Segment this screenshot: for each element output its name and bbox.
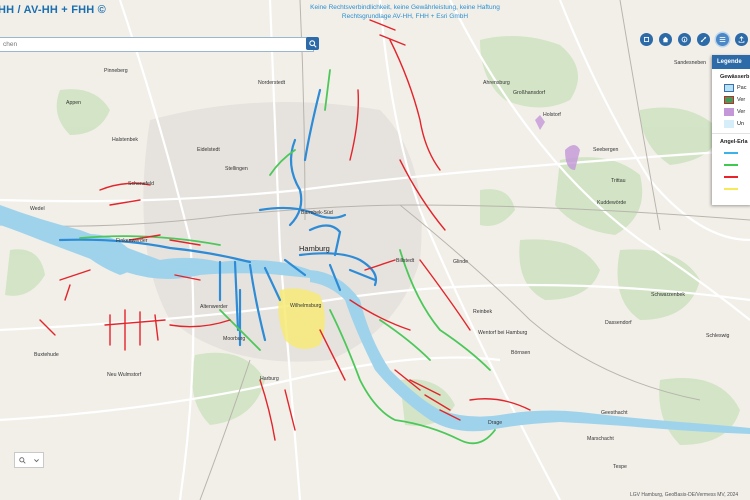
place-label: Großhansdorf	[513, 90, 546, 96]
place-label: Schenefeld	[128, 181, 154, 187]
place-label: Trittau	[611, 178, 626, 184]
place-label: Wedel	[30, 206, 45, 212]
place-label: Appen	[66, 100, 82, 106]
legend-line-item	[712, 148, 750, 158]
place-label: Seebergen	[593, 147, 619, 153]
export-icon	[738, 36, 745, 43]
chevron-down-icon[interactable]	[33, 457, 40, 464]
legend-item: Un	[712, 119, 750, 129]
legend-swatch	[724, 120, 734, 128]
place-label: Norderstedt	[258, 80, 286, 86]
search-input[interactable]	[0, 39, 303, 50]
legend-line-item	[712, 172, 750, 182]
place-label: Buxtehude	[34, 352, 59, 358]
legend-swatch	[724, 108, 734, 116]
search-box[interactable]	[0, 37, 314, 52]
legend-panel: Legende Gewässerb Pac Ver Ver Un Angel-E…	[712, 55, 750, 205]
legend-item-label: Ver	[737, 97, 746, 103]
legend-line-swatch	[724, 188, 738, 190]
place-label: Pinneberg	[104, 68, 128, 74]
legend-section-title: Gewässerb	[720, 74, 750, 80]
home-button[interactable]	[659, 33, 672, 46]
legend-line-swatch	[724, 176, 738, 178]
place-label: Wilhelmsburg	[290, 303, 322, 309]
place-label: Eidelstedt	[197, 147, 220, 153]
disclaimer-line: Keine Rechtsverbindlichkeit, keine Gewäh…	[310, 4, 500, 11]
info-icon	[681, 36, 688, 43]
legend-swatch	[724, 84, 734, 92]
place-label: Tespe	[613, 464, 627, 470]
place-label: Holstorf	[543, 112, 561, 118]
place-label: Neu Wulmstorf	[107, 372, 142, 378]
export-button[interactable]	[735, 33, 748, 46]
place-label: Barmbek-Süd	[301, 210, 333, 216]
home-icon	[662, 36, 669, 43]
search-icon	[308, 39, 317, 48]
legend-item-label: Un	[737, 121, 745, 127]
legend-icon	[719, 36, 726, 43]
yellow-fishing-areas	[278, 288, 325, 349]
disclaimer-line: Rechtsgrundlage AV-HH, FHH + Esri GmbH	[341, 12, 469, 20]
place-label: Moorburg	[223, 336, 246, 342]
legend-item: Ver	[712, 107, 750, 117]
place-label: Drage	[488, 420, 503, 426]
place-label: Halstenbek	[112, 137, 138, 143]
map-toolbar	[640, 33, 748, 46]
legend-item-label: Ver	[737, 109, 746, 115]
legend-line-swatch	[724, 152, 738, 154]
legend-item: Ver	[712, 95, 750, 105]
legend-item-label: Pac	[737, 85, 747, 91]
place-label: Wentorf bei Hamburg	[478, 330, 528, 336]
search-button[interactable]	[306, 37, 319, 50]
search-icon	[18, 456, 26, 464]
legend-item: Pac	[712, 83, 750, 93]
share-icon	[700, 36, 707, 43]
place-label: Schwarzenbek	[651, 292, 686, 298]
place-label: Börnsen	[511, 350, 531, 356]
layers-button[interactable]	[640, 33, 653, 46]
legend-line-swatch	[724, 164, 738, 166]
basemap[interactable]	[0, 0, 750, 500]
place-label: Ahrensburg	[483, 80, 510, 86]
zoom-control[interactable]	[14, 452, 44, 468]
legend-swatch	[724, 96, 734, 104]
place-label: Reinbek	[473, 309, 493, 315]
legend-line-item	[712, 160, 750, 170]
map-attribution: LGV Hamburg, GeoBasis-DE/Vermess MV, 202…	[630, 492, 739, 498]
disclaimer: Keine Rechtsverbindlichkeit, keine Gewäh…	[300, 4, 510, 21]
legend-button[interactable]	[716, 33, 729, 46]
place-label: Kuddewörde	[597, 200, 627, 206]
layers-icon	[643, 36, 650, 43]
place-label: Marschacht	[587, 436, 614, 442]
place-label: Glinde	[453, 259, 468, 265]
place-label: Sandesneben	[674, 60, 707, 66]
place-label: Dassendorf	[605, 320, 632, 326]
place-label: Altenwerder	[200, 304, 228, 310]
place-label: Geesthacht	[601, 410, 628, 416]
place-label-major: Hamburg	[299, 244, 330, 253]
info-button[interactable]	[678, 33, 691, 46]
place-label: Billstedt	[396, 258, 415, 264]
place-label: Schleswig	[706, 333, 730, 339]
place-label: Stellingen	[225, 166, 248, 172]
legend-tab[interactable]: Legende	[712, 55, 750, 69]
app-title: HH / AV-HH + FHH ©	[0, 4, 106, 16]
legend-line-item	[712, 184, 750, 194]
place-label: Finkenwerder	[116, 238, 148, 244]
share-button[interactable]	[697, 33, 710, 46]
place-label: Harburg	[260, 376, 279, 382]
legend-section-title: Angel-Erla	[720, 139, 748, 145]
